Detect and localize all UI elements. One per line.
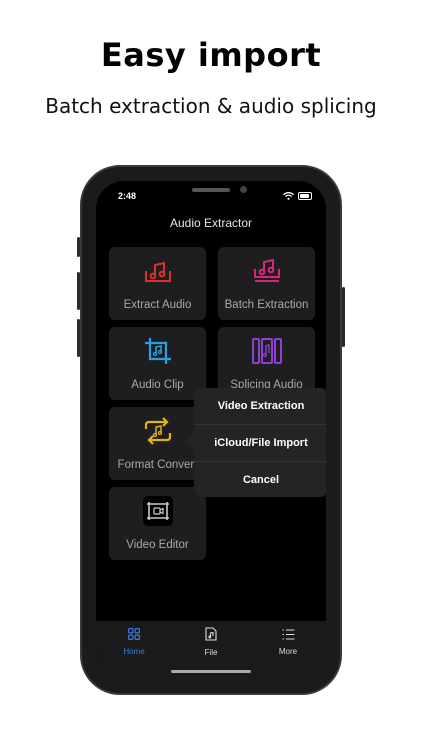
music-tray-stack-icon — [253, 258, 280, 282]
tab-home[interactable]: Home — [96, 627, 172, 656]
tab-bar: Home File More — [96, 621, 326, 679]
tool-label: Format Convert — [117, 459, 198, 471]
tool-label: Extract Audio — [123, 299, 192, 311]
tab-file[interactable]: File — [173, 627, 249, 657]
import-popup-menu: Video Extraction iCloud/File Import Canc… — [186, 388, 326, 498]
tool-batch-extraction[interactable]: Batch Extraction — [218, 247, 315, 320]
menu-item-cancel[interactable]: Cancel — [194, 462, 326, 498]
speaker-grille — [192, 188, 230, 192]
music-tray-icon — [144, 261, 171, 282]
volume-down-button — [77, 319, 80, 357]
tool-label: Audio Clip — [131, 379, 184, 391]
list-icon — [282, 629, 294, 640]
phone-screen: 2:48 Audio Extractor Extract Audio Batch… — [96, 181, 326, 679]
file-music-icon — [205, 627, 217, 641]
grid-icon — [128, 628, 141, 641]
status-icons — [283, 192, 312, 200]
headline: Easy import — [100, 36, 322, 74]
tab-label: More — [278, 647, 298, 656]
tool-video-editor[interactable]: Video Editor — [109, 487, 206, 560]
mute-switch — [77, 237, 80, 257]
tool-label: Video Editor — [126, 539, 189, 551]
crop-music-icon — [144, 338, 171, 364]
convert-music-icon — [144, 417, 171, 445]
tool-label: Batch Extraction — [224, 299, 309, 311]
video-frame-icon — [142, 496, 173, 526]
tab-label: File — [204, 648, 218, 657]
app-title: Audio Extractor — [169, 216, 253, 230]
power-button — [342, 287, 345, 347]
tab-more[interactable]: More — [250, 627, 326, 656]
wifi-icon — [283, 192, 294, 200]
status-time: 2:48 — [118, 191, 137, 201]
subheadline: Batch extraction & audio splicing — [45, 94, 377, 118]
tool-audio-clip[interactable]: Audio Clip — [109, 327, 206, 400]
battery-icon — [298, 192, 312, 200]
home-indicator — [171, 670, 251, 673]
tab-label: Home — [123, 647, 145, 656]
tool-extract-audio[interactable]: Extract Audio — [109, 247, 206, 320]
phone-frame: 2:48 Audio Extractor Extract Audio Batch… — [77, 165, 345, 695]
volume-up-button — [77, 272, 80, 310]
front-camera — [240, 186, 247, 193]
menu-item-video-extraction[interactable]: Video Extraction — [194, 388, 326, 425]
splice-music-icon — [251, 338, 282, 364]
menu-item-icloud-file-import[interactable]: iCloud/File Import — [194, 425, 326, 462]
